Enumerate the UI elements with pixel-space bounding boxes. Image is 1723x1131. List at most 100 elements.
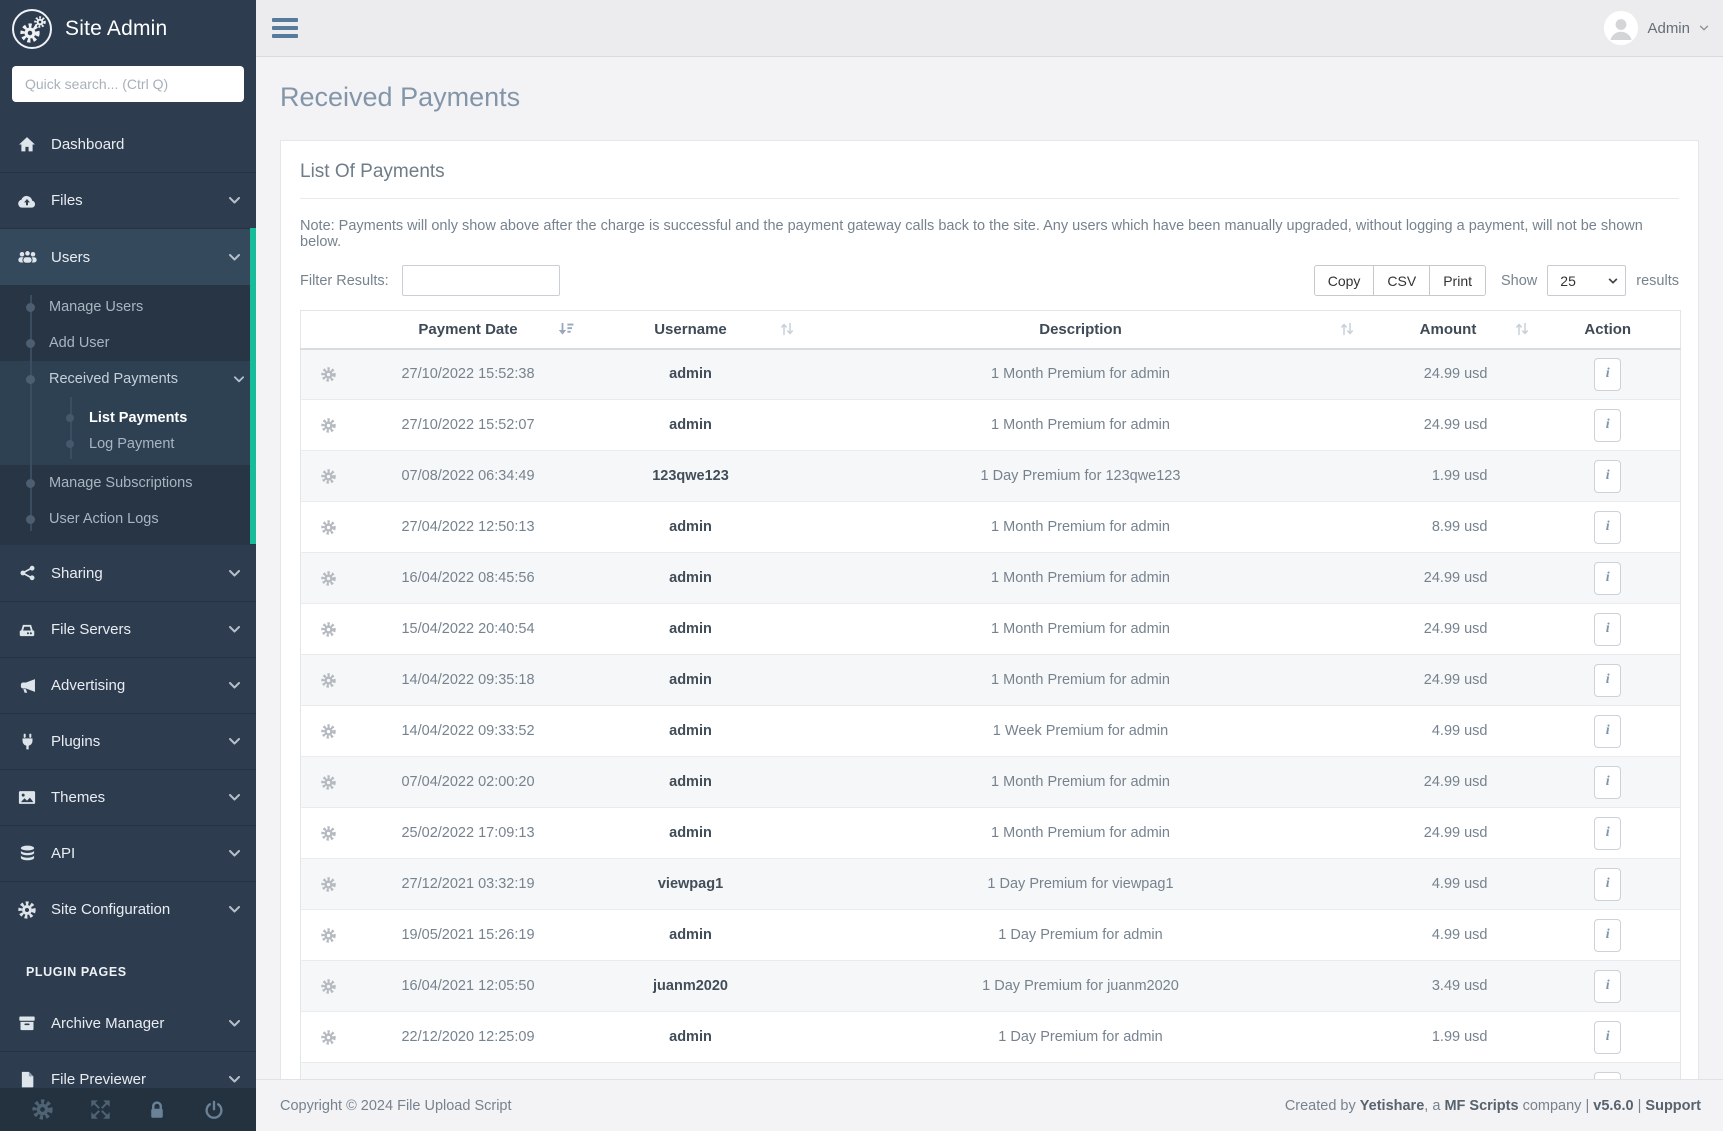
payment-gear-icon [300,603,356,655]
sidebar-item-users[interactable]: Users [0,229,256,285]
server-icon [16,622,38,638]
description-column-header[interactable]: Description [800,310,1361,350]
export-button-group: Copy CSV Print [1313,265,1486,296]
amount-column-header[interactable]: Amount [1360,310,1536,350]
chevron-down-icon [234,375,244,383]
sidebar-item-manage-users[interactable]: Manage Users [0,289,256,325]
fullscreen-expand-icon[interactable] [90,1099,111,1120]
sidebar-item-file-servers[interactable]: File Servers [0,601,256,657]
sidebar-item-add-user[interactable]: Add User [0,325,256,361]
sidebar-item-list-payments[interactable]: List Payments [0,405,256,431]
sidebar-item-log-payment[interactable]: Log Payment [0,431,256,457]
username-cell: viewpag1 [580,858,801,910]
sidebar-item-archive-manager[interactable]: Archive Manager [0,995,256,1051]
info-button[interactable]: i [1594,408,1622,442]
info-button[interactable]: i [1594,357,1622,391]
action-cell: i [1535,960,1681,1012]
table-row: 27/10/2022 15:52:07 admin 1 Month Premiu… [300,399,1681,451]
settings-gear-icon[interactable] [32,1099,53,1120]
payments-card: List Of Payments Note: Payments will onl… [280,140,1699,1079]
support-link[interactable]: Support [1645,1098,1701,1114]
sort-both-icon[interactable] [780,322,794,336]
quick-search-input[interactable] [12,66,244,102]
username-column-header[interactable]: Username [580,310,801,350]
admin-user-menu[interactable]: Admin [1604,11,1709,45]
sidebar-item-sharing[interactable]: Sharing [0,545,256,601]
brand[interactable]: Site Admin [0,0,256,58]
action-cell: i [1535,654,1681,706]
plugin-pages-heading: PLUGIN PAGES [26,965,127,979]
sidebar-item-themes[interactable]: Themes [0,769,256,825]
info-button[interactable]: i [1594,969,1622,1003]
username-cell: admin [580,807,801,859]
description-cell: 1 Month Premium for admin [800,807,1361,859]
page-footer: Copyright © 2024 File Upload Script Crea… [256,1079,1723,1131]
sort-both-icon[interactable] [1515,322,1529,336]
active-section-indicator [250,228,256,544]
username-cell: juanm2020 [580,960,801,1012]
table-row: 27/10/2022 15:52:38 admin 1 Month Premiu… [300,348,1681,400]
filter-results-label: Filter Results: [300,272,389,289]
sidebar-item-manage-subscriptions[interactable]: Manage Subscriptions [0,465,256,501]
description-cell: 1 Month Premium for admin [800,348,1361,400]
info-button[interactable]: i [1594,816,1622,850]
info-button[interactable]: i [1594,561,1622,595]
action-cell: i [1535,552,1681,604]
info-button[interactable]: i [1594,510,1622,544]
sidebar-section-users: Users Manage Users Add User Received Pay… [0,228,256,545]
action-column-header: Action [1535,310,1681,350]
sidebar-toggle-hamburger-icon[interactable] [270,14,300,42]
amount-cell: 4.99 usd [1360,909,1536,961]
sidebar-item-plugins[interactable]: Plugins [0,713,256,769]
description-cell: 1 Day Premium for juanm2020 [800,960,1361,1012]
sidebar-nav: Dashboard Files Users Manage Users Add U… [0,116,256,1107]
yetishare-link[interactable]: Yetishare [1360,1098,1425,1114]
sidebar-item-received-payments[interactable]: Received Payments [0,361,256,397]
info-button[interactable]: i [1594,1020,1622,1054]
payment-date-cell: 27/10/2022 15:52:38 [355,348,581,400]
show-label: Show [1501,272,1538,289]
info-button[interactable]: i [1594,714,1622,748]
sidebar-item-site-configuration[interactable]: Site Configuration [0,881,256,937]
info-button[interactable]: i [1594,918,1622,952]
username-cell: admin [580,705,801,757]
info-button[interactable]: i [1594,459,1622,493]
amount-cell: 24.99 usd [1360,603,1536,655]
sidebar: Site Admin Dashboard [0,0,256,1131]
amount-cell: 4.99 usd [1360,858,1536,910]
payments-note: Note: Payments will only show above afte… [300,218,1643,250]
payment-date-cell: 16/04/2021 12:05:50 [355,960,581,1012]
sidebar-item-files[interactable]: Files [0,172,256,228]
info-button[interactable]: i [1594,612,1622,646]
lock-icon[interactable] [147,1100,167,1120]
sidebar-item-user-action-logs[interactable]: User Action Logs [0,501,256,537]
chevron-down-icon [229,626,240,633]
description-cell: 1 Day Premium for admin [800,909,1361,961]
table-row: 27/04/2022 12:50:13 admin 1 Month Premiu… [300,501,1681,553]
sort-both-icon[interactable] [1340,322,1354,336]
amount-cell: 24.99 usd [1360,348,1536,400]
sidebar-item-api[interactable]: API [0,825,256,881]
copyright-text: Copyright © 2024 File Upload Script [280,1097,512,1114]
copy-button[interactable]: Copy [1313,265,1375,296]
filter-results-input[interactable] [401,265,560,296]
payment-date-column-header[interactable]: Payment Date [355,310,581,350]
info-button[interactable]: i [1594,867,1622,901]
info-button[interactable]: i [1594,1071,1622,1079]
sort-desc-icon[interactable] [558,322,574,336]
csv-button[interactable]: CSV [1373,265,1431,296]
action-cell: i [1535,756,1681,808]
page-size-select[interactable]: 25 [1547,265,1627,296]
database-icon [16,845,38,862]
mfscripts-link[interactable]: MF Scripts [1444,1098,1518,1114]
archive-icon [16,1015,38,1031]
sidebar-item-advertising[interactable]: Advertising [0,657,256,713]
power-icon[interactable] [204,1100,224,1120]
sidebar-item-dashboard[interactable]: Dashboard [0,116,256,172]
info-button[interactable]: i [1594,663,1622,697]
action-cell: i [1535,501,1681,553]
icon-column-header [300,310,356,350]
info-button[interactable]: i [1594,765,1622,799]
print-button[interactable]: Print [1429,265,1486,296]
chevron-down-icon [1699,25,1709,31]
